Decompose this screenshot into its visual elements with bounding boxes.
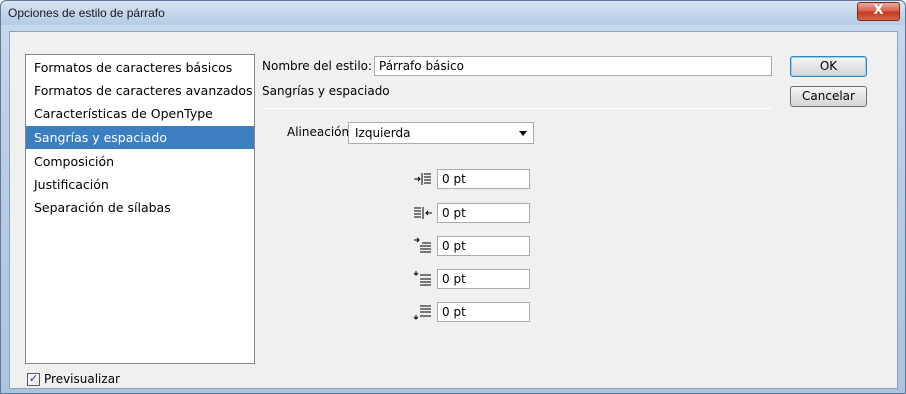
space-after-field[interactable]: 0 pt — [437, 302, 530, 322]
right-indent-icon — [414, 207, 432, 219]
list-item-opentype-features[interactable]: Características de OpenType — [26, 102, 254, 125]
style-name-label: Nombre del estilo: — [262, 59, 373, 73]
alignment-value: Izquierda — [355, 126, 411, 140]
title-bar[interactable]: Opciones de estilo de párrafo X — [1, 1, 905, 25]
section-divider — [262, 108, 772, 109]
left-indent-icon — [414, 173, 431, 185]
dialog-window: Opciones de estilo de párrafo X Formatos… — [0, 0, 906, 394]
left-indent-field[interactable]: 0 pt — [437, 169, 530, 189]
list-item-justification[interactable]: Justificación — [26, 173, 254, 196]
close-button[interactable]: X — [857, 2, 900, 21]
first-line-indent-field[interactable]: 0 pt — [437, 236, 530, 256]
ok-button[interactable]: OK — [790, 56, 867, 77]
first-line-indent-icon — [414, 237, 431, 253]
space-after-icon — [413, 305, 431, 320]
space-before-field[interactable]: 0 pt — [437, 269, 530, 289]
section-title: Sangrías y espaciado — [262, 84, 390, 98]
preview-checkbox[interactable]: ✓ — [27, 373, 40, 386]
list-item-composition[interactable]: Composición — [26, 150, 254, 173]
alignment-label: Alineación: — [287, 125, 354, 139]
cancel-button[interactable]: Cancelar — [790, 86, 867, 107]
list-item-basic-character-formats[interactable]: Formatos de caracteres básicos — [26, 56, 254, 79]
space-before-icon — [413, 271, 431, 286]
chevron-down-icon — [519, 131, 527, 136]
style-name-field[interactable]: Párrafo básico — [374, 56, 772, 76]
dialog-body: Formatos de caracteres básicos Formatos … — [9, 31, 898, 389]
preview-label: Previsualizar — [44, 372, 120, 386]
list-item-indents-and-spacing[interactable]: Sangrías y espaciado — [26, 126, 254, 149]
list-item-hyphenation[interactable]: Separación de sílabas — [26, 196, 254, 219]
window-title: Opciones de estilo de párrafo — [8, 6, 165, 20]
right-indent-field[interactable]: 0 pt — [437, 203, 530, 223]
alignment-dropdown[interactable]: Izquierda — [348, 122, 534, 144]
list-item-advanced-character-formats[interactable]: Formatos de caracteres avanzados — [26, 79, 254, 102]
category-list: Formatos de caracteres básicos Formatos … — [25, 54, 255, 364]
